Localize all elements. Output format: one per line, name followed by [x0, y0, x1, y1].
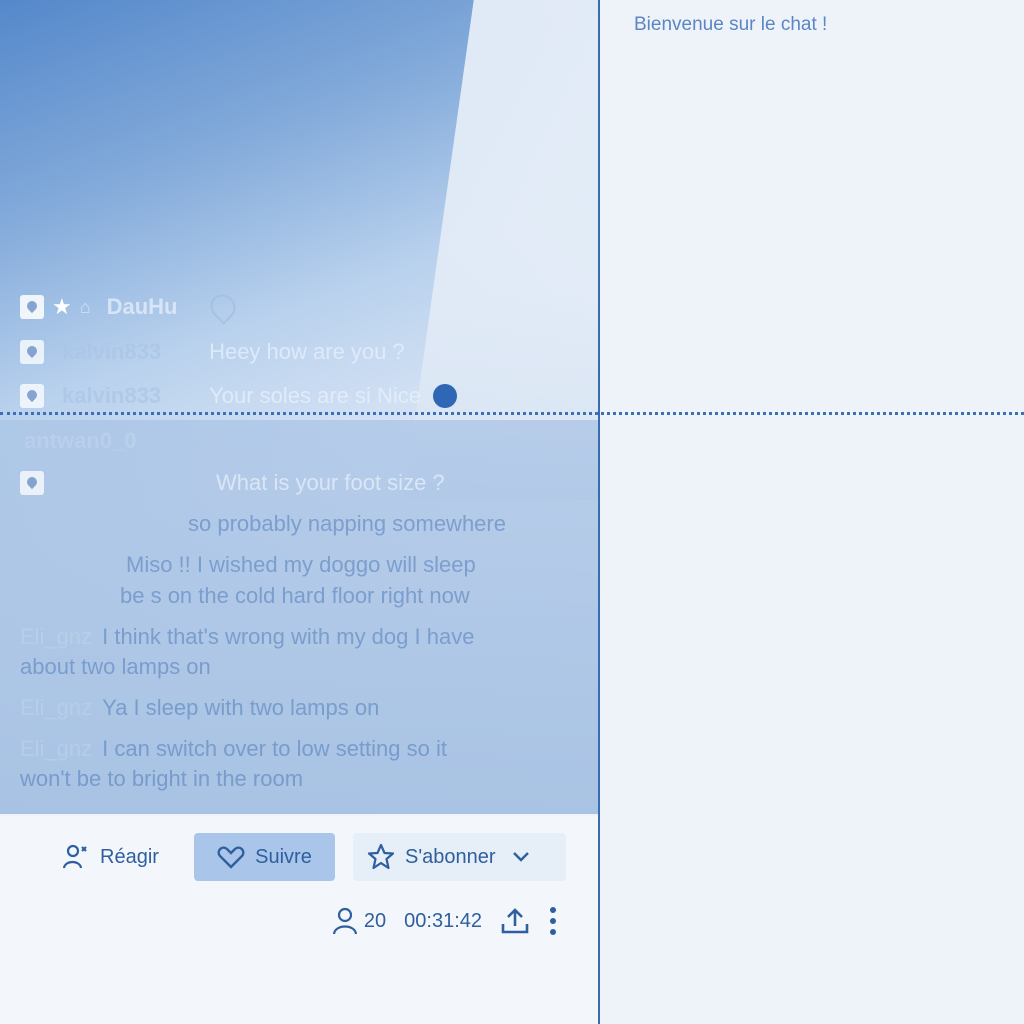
- overlay-message-text: Miso !! I wished my doggo will sleep: [126, 552, 476, 577]
- heart-icon: [217, 845, 245, 869]
- drop-badge-icon: [20, 471, 44, 495]
- video-player[interactable]: ★ ⌂ DauHu kalvin833 Heey how are you ? k…: [0, 0, 600, 814]
- stream-duration: 00:31:42: [404, 909, 482, 932]
- overlay-message: antwan0_0: [24, 428, 137, 454]
- overlay-username: kalvin833: [62, 339, 162, 364]
- star-icon: [367, 843, 395, 871]
- user-icon: [332, 907, 358, 935]
- overlay-username: antwan0_0: [24, 428, 137, 453]
- stream-action-bar: Réagir Suivre S'abonner 20 00:31:42: [0, 816, 598, 1024]
- dotted-separator: [0, 412, 1024, 415]
- more-vertical-icon[interactable]: [548, 906, 558, 936]
- overlay-message: Eli_gnz I think that's wrong with my dog …: [20, 624, 474, 650]
- drop-badge-icon: [20, 384, 44, 408]
- overlay-message-text: won't be to bright in the room: [20, 766, 304, 791]
- overlay-message-text: Ya I sleep with two lamps on: [102, 695, 380, 720]
- overlay-username: Eli_gnz: [20, 736, 93, 761]
- overlay-message: kalvin833 Your soles are si Nice: [20, 383, 458, 409]
- smile-emoji-icon: [433, 384, 458, 408]
- overlay-message: What is your foot size ?: [20, 470, 445, 496]
- follow-button-label: Suivre: [255, 845, 312, 868]
- heart-outline-icon: [204, 289, 241, 325]
- overlay-message-text: about two lamps on: [20, 654, 211, 679]
- overlay-username: DauHu: [106, 294, 178, 319]
- chevron-down-icon[interactable]: [512, 851, 530, 863]
- star-badge-icon: ★: [52, 294, 72, 319]
- overlay-username: kalvin833: [62, 383, 162, 408]
- overlay-message: Eli_gnz Ya I sleep with two lamps on: [20, 695, 379, 721]
- overlay-message: ★ ⌂ DauHu: [20, 289, 241, 325]
- react-person-icon: [62, 843, 90, 871]
- overlay-message-text: What is your foot size ?: [216, 470, 445, 495]
- check-badge-icon: [20, 295, 44, 319]
- overlay-message-text: I think that's wrong with my dog I have: [102, 624, 475, 649]
- overlay-message: Eli_gnz I can switch over to low setting …: [20, 736, 447, 762]
- stream-stats: 20 00:31:42: [332, 906, 558, 936]
- viewer-count-value: 20: [363, 909, 387, 932]
- overlay-message: kalvin833 Heey how are you ?: [20, 339, 405, 365]
- react-button[interactable]: Réagir: [48, 833, 173, 881]
- overlay-message-text: so probably napping somewhere: [188, 511, 506, 536]
- follow-button[interactable]: Suivre: [194, 833, 335, 881]
- subscribe-button[interactable]: S'abonner: [353, 833, 566, 881]
- chat-welcome-message: Bienvenue sur le chat !: [634, 14, 828, 35]
- gift-badge-icon: ⌂: [79, 296, 91, 317]
- subscribe-button-label: S'abonner: [405, 845, 496, 868]
- overlay-message-text: be s on the cold hard floor right now: [120, 583, 470, 608]
- viewer-count: 20: [332, 907, 386, 935]
- overlay-message-text: Heey how are you ?: [209, 339, 405, 364]
- share-upload-icon[interactable]: [500, 907, 530, 935]
- overlay-username: Eli_gnz: [20, 624, 93, 649]
- overlay-message-text: Your soles are si Nice: [209, 383, 422, 408]
- react-button-label: Réagir: [100, 845, 159, 868]
- overlay-username: Eli_gnz: [20, 695, 93, 720]
- panel-divider: [598, 0, 600, 1024]
- drop-badge-icon: [20, 340, 44, 364]
- overlay-message-text: I can switch over to low setting so it: [102, 736, 447, 761]
